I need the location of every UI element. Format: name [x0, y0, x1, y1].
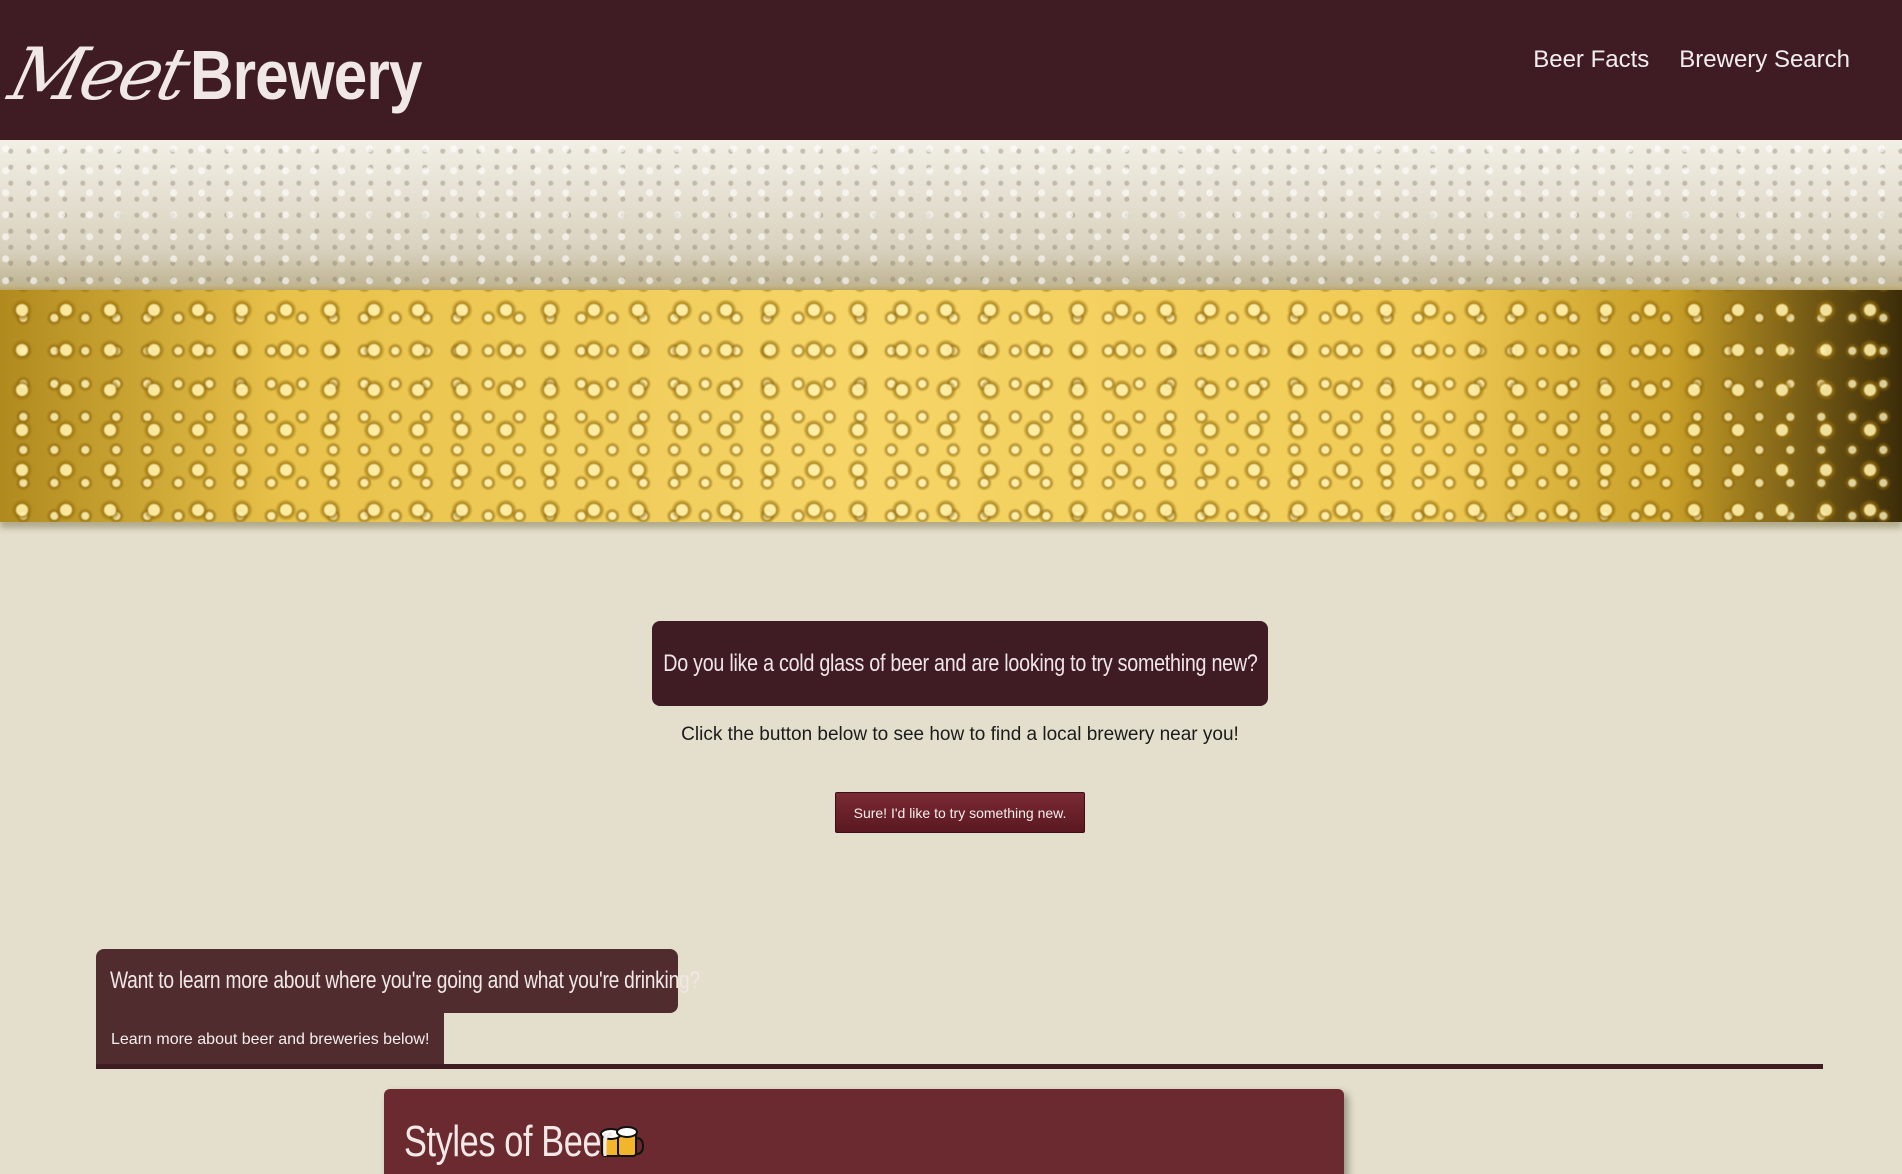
intro-question-box: Do you like a cold glass of beer and are…	[652, 621, 1268, 706]
nav-link-beer-facts[interactable]: Beer Facts	[1533, 46, 1649, 74]
logo-script-text: Meet	[1, 32, 195, 116]
main-nav: Beer Facts Brewery Search	[1533, 46, 1850, 74]
nav-link-brewery-search[interactable]: Brewery Search	[1679, 46, 1850, 74]
learn-more-subheading: Learn more about beer and breweries belo…	[96, 1013, 444, 1066]
learn-more-subtitle: Learn more about beer and breweries belo…	[111, 1030, 430, 1048]
learn-more-heading: Want to learn more about where you're go…	[96, 949, 700, 1013]
logo-bold-text: Brewery	[189, 36, 422, 114]
intro-text: Click the button below to see how to fin…	[681, 724, 1239, 745]
intro-question: Do you like a cold glass of beer and are…	[662, 649, 1258, 677]
hero-banner-image	[0, 140, 1902, 522]
hero-foam	[0, 140, 1902, 295]
styles-of-beer-card: Styles of Beer	[384, 1089, 1344, 1174]
section-divider	[96, 1064, 1823, 1069]
try-something-new-button[interactable]: Sure! I'd like to try something new.	[835, 792, 1085, 833]
card-title: Styles of Beer	[404, 1117, 613, 1166]
site-header: Meet Brewery Beer Facts Brewery Search	[0, 0, 1902, 140]
learn-more-title: Want to learn more about where you're go…	[110, 967, 700, 994]
hero-beer-bubbles	[0, 290, 1902, 522]
site-logo[interactable]: Meet Brewery	[2, 20, 459, 116]
card-header: Styles of Beer	[404, 1117, 644, 1167]
